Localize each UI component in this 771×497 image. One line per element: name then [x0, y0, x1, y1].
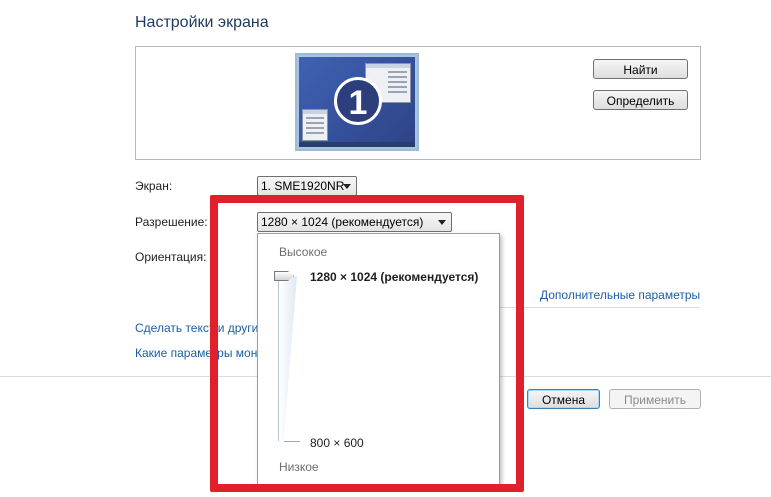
- mini-window-icon: [302, 109, 328, 141]
- cancel-button[interactable]: Отмена: [527, 389, 600, 409]
- highlight-frame: [210, 195, 524, 492]
- monitor-number-badge: 1: [334, 77, 382, 125]
- identify-button[interactable]: Определить: [593, 90, 688, 110]
- screen-select-value: 1. SME1920NR: [261, 179, 345, 193]
- chevron-down-icon: [343, 184, 351, 189]
- screen-select[interactable]: 1. SME1920NR: [257, 176, 357, 196]
- resolution-label: Разрешение:: [135, 215, 208, 229]
- orientation-label: Ориентация:: [135, 250, 207, 264]
- monitor-screen: 1: [299, 57, 415, 147]
- monitor-1-preview[interactable]: 1: [295, 53, 419, 151]
- find-button[interactable]: Найти: [593, 59, 688, 79]
- screen-label: Экран:: [135, 179, 173, 193]
- advanced-settings-link[interactable]: Дополнительные параметры: [540, 288, 700, 302]
- page-title: Настройки экрана: [135, 14, 269, 31]
- apply-button[interactable]: Применить: [609, 389, 701, 409]
- mini-taskbar: [299, 142, 415, 147]
- divider: [500, 307, 700, 308]
